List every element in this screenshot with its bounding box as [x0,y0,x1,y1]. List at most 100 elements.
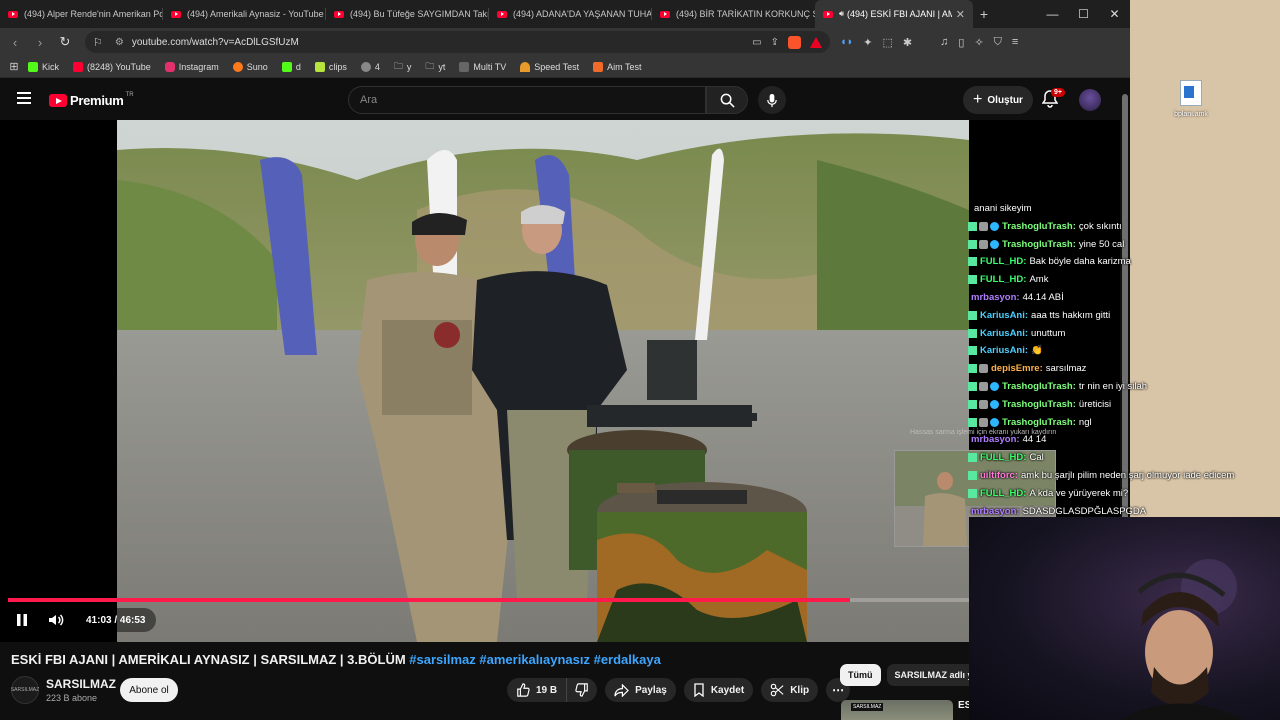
volume-icon [49,614,64,626]
maximize-icon[interactable]: ☐ [1068,7,1099,21]
bookmark-label: d [295,61,301,72]
menu-icon[interactable]: ≡ [1012,36,1018,48]
chat-badge-icon [968,346,977,356]
bookmark-item[interactable]: Suno [232,61,268,72]
player-controls: 41:03 / 46:53 [0,604,970,636]
save-button[interactable]: Kaydet [683,678,754,702]
extension-icon[interactable]: ✦ [863,36,872,49]
chat-username: FULL_HD: [980,256,1027,268]
channel-name[interactable]: SARSILMAZ [46,677,116,691]
bookmark-item[interactable]: Aim Test [593,61,641,72]
hamburger-menu-icon[interactable] [17,92,31,104]
chat-badge-icon [968,382,977,391]
chat-text: sarsılmaz [1045,363,1087,375]
brave-shield-icon[interactable] [788,35,801,49]
search-input[interactable]: Ara [348,86,706,114]
chat-username: KariusAni: [980,327,1029,339]
create-button[interactable]: + Oluştur [963,86,1033,114]
bookmark-item[interactable]: Multi TV [459,61,506,72]
bookmark-item[interactable]: Kick [28,61,59,72]
bookmark-item[interactable]: clips [314,61,347,72]
screenshot-icon[interactable]: ⬚ [883,36,893,49]
bookmark-item[interactable]: Speed Test [520,61,579,72]
bookmark-label: Suno [246,61,268,72]
bookmark-item[interactable]: 4 [360,61,380,72]
reload-icon[interactable]: ↻ [55,34,75,50]
bookmark-folder[interactable]: 🗀︎ yt [425,59,445,75]
voice-search-button[interactable] [758,86,786,114]
chat-badge-icon [979,221,988,231]
browser-tab-5[interactable]: (494) BİR TARİKATIN KORKUNÇ SON [652,0,815,28]
notifications-button[interactable]: 9+ [1041,88,1065,110]
bookmark-favicon-icon [459,61,470,72]
close-window-icon[interactable]: ✕ [1099,7,1130,21]
chat-badge-icon [968,453,977,463]
chat-badges [968,488,977,498]
bookmarks-bar: ⊞ Kick (8248) YouTube Instagram Suno d c… [0,56,1130,78]
youtube-favicon-icon [8,10,18,18]
volume-button[interactable] [46,610,66,630]
brave-rewards-icon[interactable] [810,36,822,48]
desktop-file-icon[interactable]: bplani.amk [1171,80,1211,118]
notification-badge: 9+ [1051,88,1065,97]
browser-tab-4[interactable]: (494) ADANA'DA YAŞANAN TUHAF O [489,0,652,28]
chat-message: anani sikeyim [968,203,1032,214]
url-field[interactable]: ⚐ ⚙ youtube.com/watch?v=AcDlLGSfUzM ▭ ⇪ [85,31,830,53]
bookmark-item[interactable]: (8248) YouTube [73,61,151,72]
music-icon[interactable]: ♫ [940,36,948,48]
browser-tab-2[interactable]: (494) Amerikali Aynasiz - YouTube [163,0,326,28]
youtube-favicon-icon [497,10,507,18]
puzzle-icon[interactable]: ✱ [903,36,912,49]
progress-bar[interactable] [8,598,970,602]
site-info-icon[interactable]: ⚙ [115,37,124,48]
forward-icon[interactable]: › [30,35,50,50]
share-icon [614,683,629,697]
screen: (494) Alper Rende'nin Amerikan Polis (49… [0,0,1280,720]
new-tab-button[interactable]: + [973,6,995,22]
time-text: 41:03 / 46:53 [86,614,146,626]
bookmark-item[interactable]: Instagram [164,61,219,72]
browser-tab-3[interactable]: (494) Bu Tüfeğe SAYGIMDAN Takım [326,0,489,28]
chip-channel[interactable]: SARSILMAZ adlı y [886,664,981,686]
clip-button[interactable]: Klip [761,678,819,702]
chat-badges [968,221,999,231]
video-hashtags[interactable]: #sarsilmaz #amerikalıaynasız #erdalkaya [409,652,661,667]
apps-grid-icon[interactable]: ⊞ [0,60,28,73]
vpn-icon[interactable]: ⛉ [994,36,1002,49]
address-bar-row: ‹ › ↻ ⚐ ⚙ youtube.com/watch?v=AcDlLGSfUz… [0,28,1130,56]
bookmark-icon[interactable]: ⚐ [93,36,103,49]
chat-badge-icon [968,328,977,338]
share-button[interactable]: Paylaş [605,678,676,702]
share-label: Paylaş [635,684,667,696]
chip-all[interactable]: Tümü [840,664,881,686]
action-bar: 19 B Paylaş Kaydet Klip ⋯ [507,678,851,702]
back-icon[interactable]: ‹ [5,35,25,50]
ai-icon[interactable]: ✧ [974,36,983,49]
bookmark-folder[interactable]: 🗀︎ y [394,59,412,75]
minimize-icon[interactable]: — [1037,7,1068,21]
pause-button[interactable] [12,610,32,630]
wallet-icon[interactable]: ◖◗ [840,36,853,48]
account-avatar[interactable] [1079,89,1101,111]
dislike-button[interactable] [567,678,597,702]
like-button[interactable]: 19 B [507,678,568,702]
chat-text: aaa tts hakkım gitti [1031,309,1111,321]
browser-tab-active[interactable]: 🔊︎(494) ESKİ FBI AJANI | AMERİ✕ [815,0,973,28]
cast-icon[interactable]: ▭ [752,37,761,48]
search-button[interactable] [706,86,748,114]
channel-avatar[interactable]: SARSILMAZ [11,676,39,704]
sidebar-icon[interactable]: ▯ [958,36,964,49]
subscriber-count: 223 B abone [46,693,98,703]
close-tab-icon[interactable]: ✕ [952,8,965,21]
chat-text: yine 50 cal [1078,238,1125,250]
youtube-logo[interactable]: Premium TR [49,92,134,108]
recommended-video-thumbnail[interactable]: SARSILMAZ [841,700,953,720]
video-frame[interactable] [117,120,969,642]
desktop-icon-label: bplani.amk [1174,111,1208,118]
share-icon[interactable]: ⇪ [771,37,779,48]
chat-username: TrashogluTrash: [1002,416,1076,428]
subscribe-button[interactable]: Abone ol [120,678,178,702]
browser-tab-1[interactable]: (494) Alper Rende'nin Amerikan Polis [0,0,163,28]
bookmark-item[interactable]: d [281,61,301,72]
video-player[interactable]: 41:03 / 46:53 [0,120,1130,642]
